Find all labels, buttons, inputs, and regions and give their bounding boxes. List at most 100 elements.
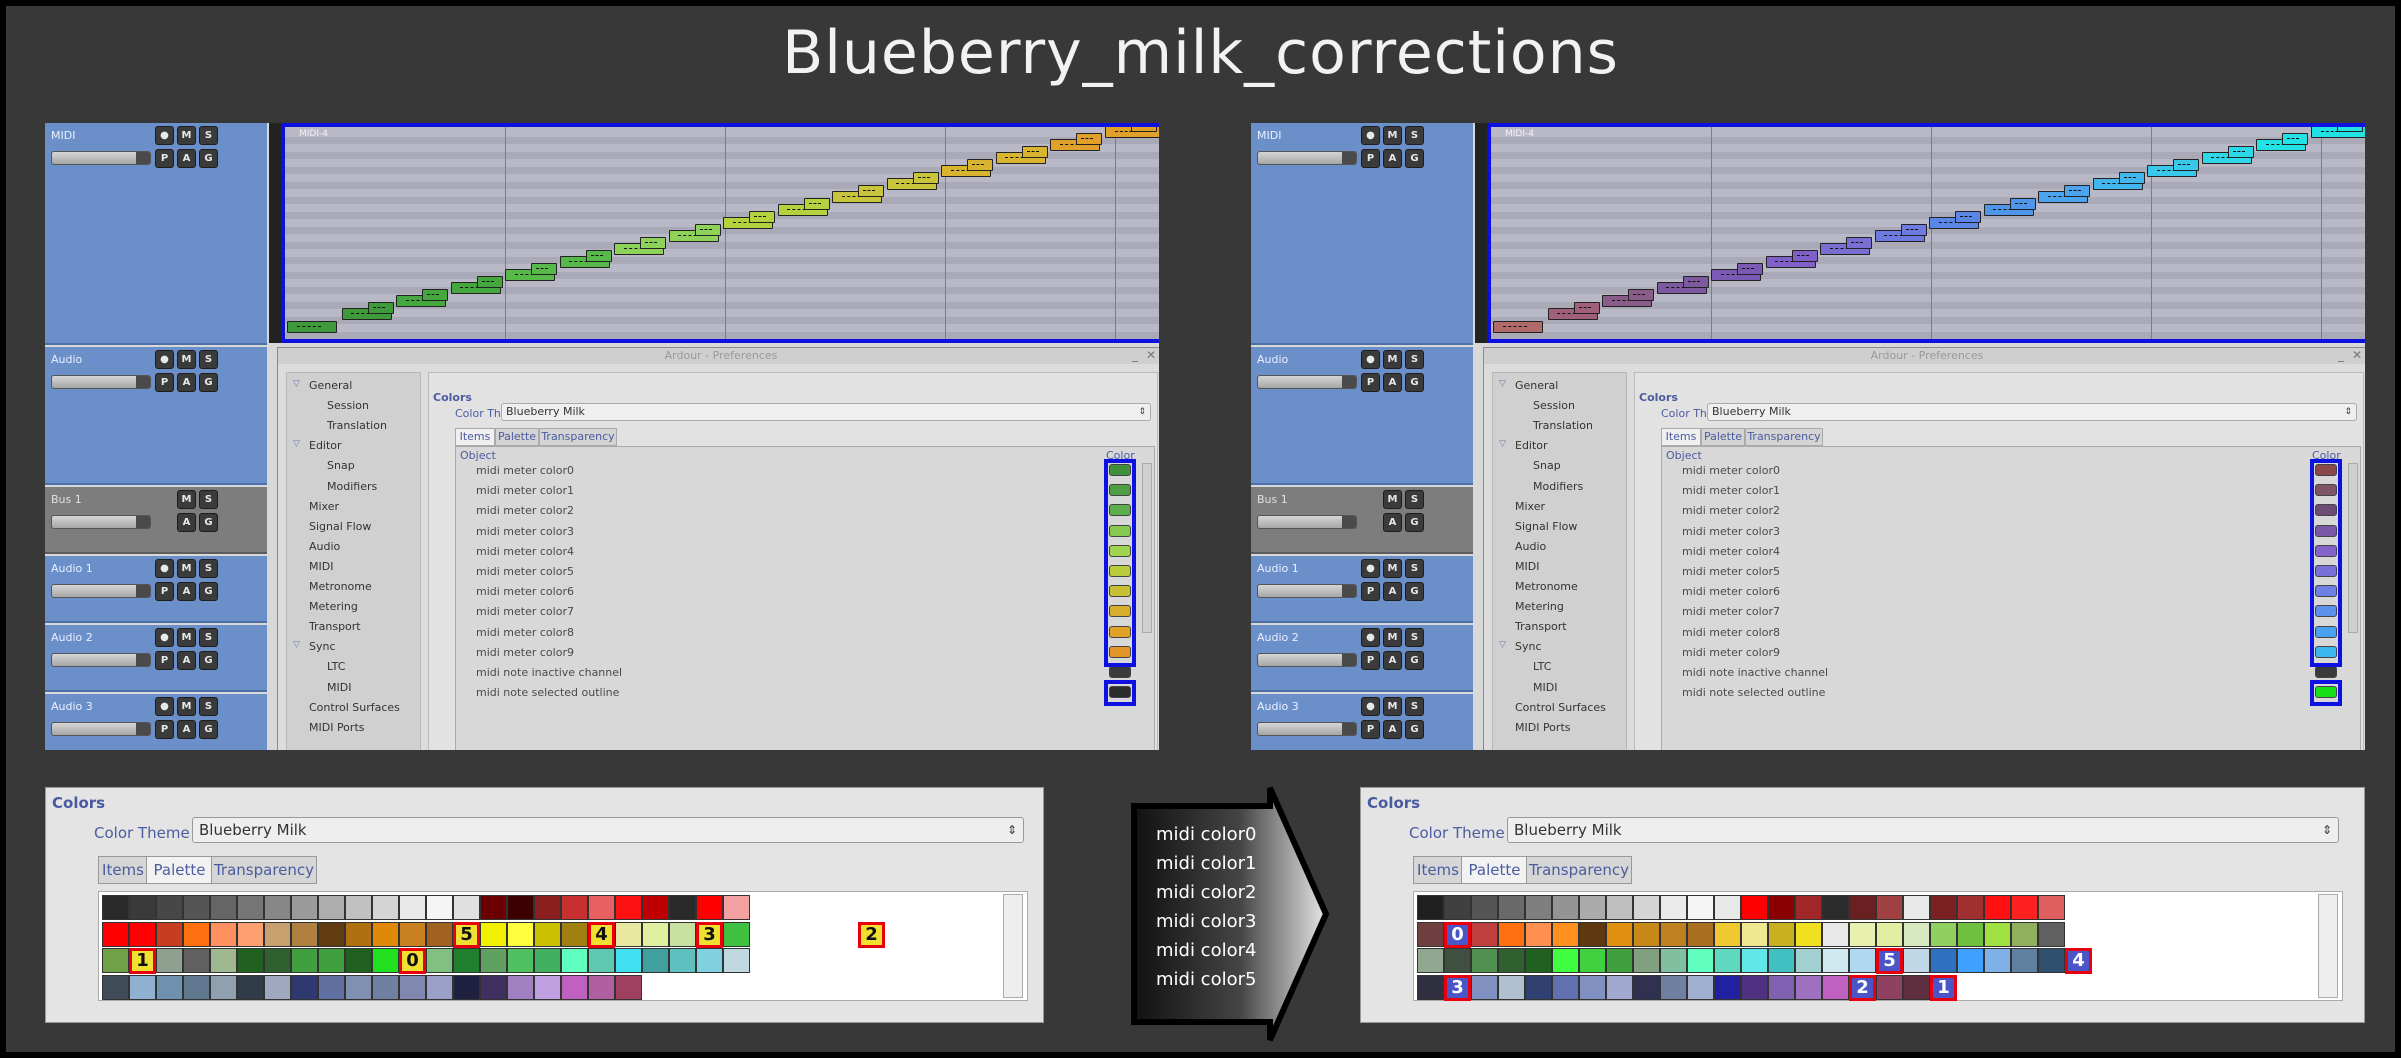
color-item-row[interactable]: midi meter color0	[1682, 464, 1780, 477]
group-button[interactable]: G	[199, 582, 218, 601]
palette-swatch[interactable]	[1930, 921, 1957, 947]
palette-swatch[interactable]	[1741, 921, 1768, 947]
midi-note[interactable]	[912, 172, 939, 184]
palette-swatch[interactable]	[1930, 948, 1957, 973]
palette-swatch[interactable]	[1741, 948, 1768, 973]
palette-swatch[interactable]	[507, 921, 534, 947]
group-button[interactable]: G	[199, 651, 218, 670]
scrollbar[interactable]	[2348, 463, 2358, 633]
palette-swatch[interactable]	[237, 948, 264, 973]
palette-swatch[interactable]	[1930, 895, 1957, 920]
tab-palette[interactable]: Palette	[495, 428, 539, 446]
automation-button[interactable]: A	[177, 582, 196, 601]
palette-swatch[interactable]	[1633, 895, 1660, 920]
palette-swatch[interactable]	[1498, 921, 1525, 947]
midi-note[interactable]	[694, 224, 721, 236]
mute-button[interactable]: M	[1383, 350, 1402, 369]
palette-swatch[interactable]	[561, 921, 588, 947]
palette-swatch[interactable]	[723, 921, 750, 947]
palette-swatch[interactable]	[1525, 948, 1552, 973]
midi-note[interactable]	[858, 185, 884, 197]
palette-swatch[interactable]	[264, 895, 291, 920]
color-theme-select[interactable]: Blueberry Milk ⇕	[192, 817, 1024, 843]
palette-swatch[interactable]	[480, 974, 507, 1000]
midi-note[interactable]	[2173, 159, 2199, 171]
automation-button[interactable]: A	[1383, 373, 1402, 392]
solo-button[interactable]: S	[1405, 350, 1424, 369]
color-item-row[interactable]: midi meter color0	[476, 464, 574, 477]
tab-palette[interactable]: Palette	[146, 856, 213, 884]
palette-swatch[interactable]	[1471, 974, 1498, 1000]
tree-item[interactable]: LTC	[327, 660, 345, 673]
gain-fader[interactable]	[51, 653, 151, 667]
palette-swatch[interactable]	[399, 895, 426, 920]
expander-icon[interactable]: ▽	[293, 379, 300, 389]
color-item-row[interactable]: midi meter color2	[1682, 504, 1780, 517]
palette-swatch[interactable]	[210, 921, 237, 947]
color-theme-select[interactable]: Blueberry Milk ⇕	[1507, 817, 2339, 843]
palette-swatch[interactable]	[102, 974, 129, 1000]
tree-item[interactable]: Sync	[1515, 640, 1542, 653]
palette-swatch[interactable]	[1660, 895, 1687, 920]
gain-fader[interactable]	[1257, 584, 1357, 598]
tree-item[interactable]: MIDI	[309, 560, 333, 573]
tree-item[interactable]: Mixer	[309, 500, 339, 513]
mute-button[interactable]: M	[1383, 490, 1402, 509]
palette-swatch[interactable]	[534, 895, 561, 920]
palette-swatch[interactable]	[1768, 921, 1795, 947]
group-button[interactable]: G	[1405, 651, 1424, 670]
palette-swatch[interactable]	[399, 921, 426, 947]
palette-swatch[interactable]	[1957, 895, 1984, 920]
close-icon[interactable]: ✕	[1146, 348, 1156, 362]
tree-item[interactable]: MIDI Ports	[309, 721, 364, 734]
tree-item[interactable]: Transport	[309, 620, 361, 633]
group-button[interactable]: G	[199, 720, 218, 739]
tree-item[interactable]: Sync	[309, 640, 336, 653]
palette-swatch[interactable]	[561, 974, 588, 1000]
palette-swatch[interactable]	[102, 948, 129, 973]
playlist-button[interactable]: P	[155, 373, 174, 392]
palette-swatch[interactable]	[1741, 974, 1768, 1000]
palette-swatch[interactable]	[102, 921, 129, 947]
palette-swatch[interactable]	[372, 895, 399, 920]
track-name[interactable]: Audio 2	[51, 631, 93, 644]
mute-button[interactable]: M	[177, 126, 196, 145]
tree-item[interactable]: Signal Flow	[1515, 520, 1577, 533]
tab-transparency[interactable]: Transparency	[1745, 428, 1823, 446]
minimize-icon[interactable]: _	[1132, 348, 1138, 362]
midi-note[interactable]	[2009, 198, 2036, 210]
color-item-row[interactable]: midi meter color3	[476, 525, 574, 538]
palette-swatch[interactable]	[1768, 895, 1795, 920]
palette-swatch[interactable]	[507, 895, 534, 920]
solo-button[interactable]: S	[1405, 490, 1424, 509]
palette-swatch[interactable]	[561, 948, 588, 973]
gain-fader[interactable]	[51, 722, 151, 736]
mute-button[interactable]: M	[177, 490, 196, 509]
tree-item[interactable]: Audio	[309, 540, 340, 553]
palette-swatch[interactable]	[183, 921, 210, 947]
tab-transparency[interactable]: Transparency	[1526, 856, 1632, 884]
palette-swatch[interactable]	[1849, 921, 1876, 947]
tree-item[interactable]: Metering	[309, 600, 358, 613]
midi-note[interactable]	[2282, 133, 2308, 145]
gain-fader[interactable]	[51, 375, 151, 389]
palette-swatch[interactable]	[1822, 921, 1849, 947]
gain-fader[interactable]	[1257, 653, 1357, 667]
palette-swatch[interactable]	[291, 948, 318, 973]
column-header-object[interactable]: Object	[460, 449, 496, 462]
palette-swatch[interactable]	[453, 895, 480, 920]
color-item-row[interactable]: midi meter color6	[1682, 585, 1780, 598]
palette-swatch[interactable]	[1984, 895, 2011, 920]
midi-note[interactable]	[287, 321, 337, 333]
track-name[interactable]: Bus 1	[51, 493, 82, 506]
palette-swatch[interactable]	[1525, 895, 1552, 920]
palette-swatch[interactable]	[1633, 921, 1660, 947]
palette-swatch[interactable]	[291, 895, 318, 920]
palette-swatch[interactable]	[1714, 948, 1741, 973]
gain-fader[interactable]	[1257, 151, 1357, 165]
palette-swatch[interactable]	[1876, 974, 1903, 1000]
column-header-object[interactable]: Object	[1666, 449, 1702, 462]
tree-item[interactable]: Editor	[309, 439, 342, 452]
tab-palette[interactable]: Palette	[1461, 856, 1528, 884]
track-name[interactable]: Audio 2	[1257, 631, 1299, 644]
